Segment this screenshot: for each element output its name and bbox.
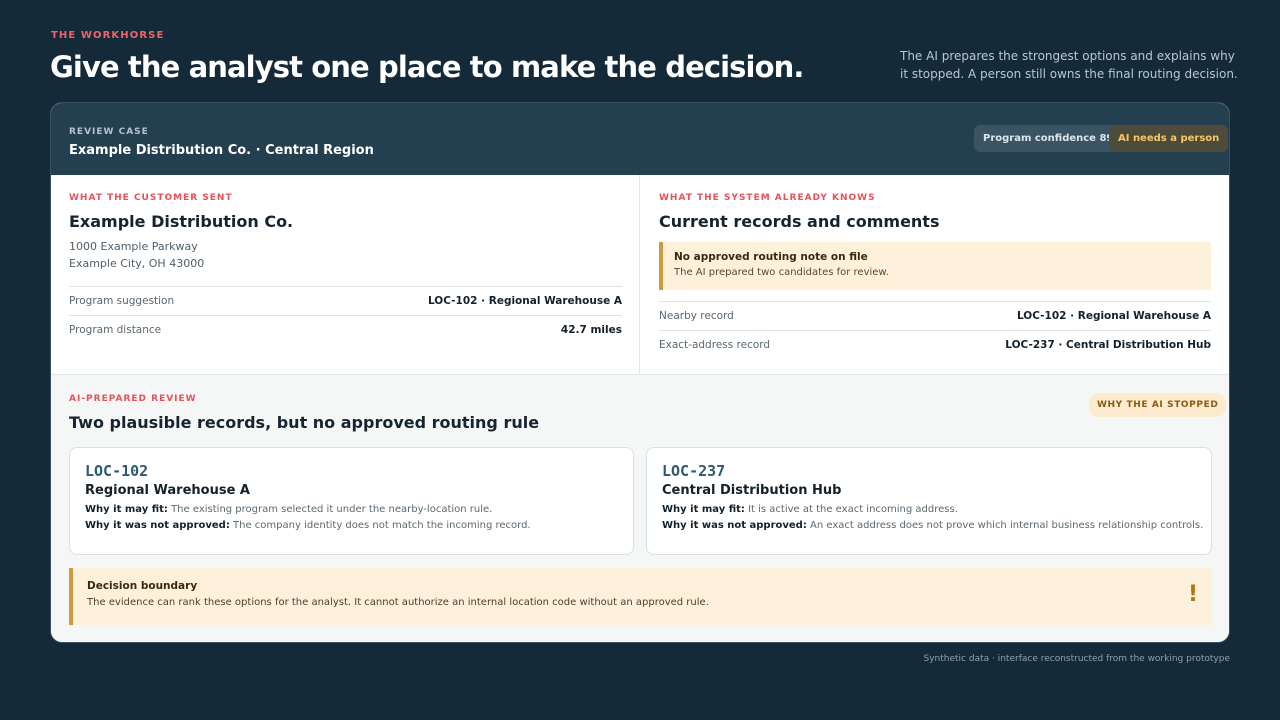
status-badge: AI needs a person [1109, 125, 1229, 152]
customer-panel: WHAT THE CUSTOMER SENT Example Distribut… [51, 175, 640, 374]
candidate-name: Central Distribution Hub [662, 483, 842, 498]
alert-title: No approved routing note on file [674, 251, 868, 263]
confidence-badge: Program confidence 89 [974, 125, 1123, 152]
card-header: REVIEW CASE Example Distribution Co. · C… [51, 103, 1229, 175]
fit-label: Why it may fit: [662, 504, 745, 515]
customer-name: Example Distribution Co. [69, 212, 294, 231]
row-key: Nearby record [659, 310, 734, 322]
nearby-record-row: Nearby record LOC-102 · Regional Warehou… [659, 301, 1211, 330]
fit-text: The existing program selected it under t… [171, 504, 493, 515]
row-value: LOC-102 · Regional Warehouse A [427, 295, 622, 307]
candidate-not-approved: Why it was not approved: The company ide… [85, 520, 618, 531]
not-label: Why it was not approved: [662, 520, 807, 531]
not-text: The company identity does not match the … [233, 520, 531, 531]
alert-text: The AI prepared two candidates for revie… [674, 267, 889, 278]
candidate-fit: Why it may fit: The existing program sel… [85, 504, 618, 515]
review-label: AI-PREPARED REVIEW [69, 394, 197, 404]
footer-note: Synthetic data · interface reconstructed… [923, 654, 1230, 664]
candidate-not-approved: Why it was not approved: An exact addres… [662, 520, 1203, 531]
decision-boundary: Decision boundary The evidence can rank … [69, 568, 1212, 625]
eyebrow: THE WORKHORSE [51, 30, 165, 41]
not-text: An exact address does not prove which in… [810, 520, 1204, 531]
address-line-2: Example City, OH 43000 [69, 257, 205, 270]
candidate-fit: Why it may fit: It is active at the exac… [662, 504, 1196, 515]
case-title: Example Distribution Co. · Central Regio… [69, 143, 374, 158]
ai-review-section: AI-PREPARED REVIEW Two plausible records… [51, 374, 1229, 642]
candidate-code: LOC-102 [85, 462, 149, 480]
boundary-text: The evidence can rank these options for … [87, 597, 709, 608]
boundary-title: Decision boundary [87, 580, 198, 592]
row-key: Program distance [69, 324, 162, 336]
address-line-1: 1000 Example Parkway [69, 240, 198, 253]
candidate-card[interactable]: LOC-102 Regional Warehouse A Why it may … [69, 447, 634, 555]
system-label: WHAT THE SYSTEM ALREADY KNOWS [659, 193, 876, 203]
system-title: Current records and comments [659, 212, 940, 231]
page-title: Give the analyst one place to make the d… [50, 50, 804, 84]
program-suggestion-row: Program suggestion LOC-102 · Regional Wa… [69, 286, 622, 315]
candidate-code: LOC-237 [662, 462, 726, 480]
row-key: Program suggestion [69, 295, 175, 307]
review-card: REVIEW CASE Example Distribution Co. · C… [50, 102, 1230, 643]
row-value: LOC-237 · Central Distribution Hub [1005, 339, 1211, 351]
customer-label: WHAT THE CUSTOMER SENT [69, 193, 233, 203]
case-label: REVIEW CASE [69, 127, 149, 137]
row-value: 42.7 miles [560, 324, 622, 336]
warning-icon: ! [1187, 582, 1198, 607]
program-distance-row: Program distance 42.7 miles [69, 315, 622, 344]
routing-note-alert: No approved routing note on file The AI … [659, 242, 1211, 290]
intro-text: The AI prepares the strongest options an… [900, 49, 1238, 81]
exact-address-record-row: Exact-address record LOC-237 · Central D… [659, 330, 1211, 359]
fit-text: It is active at the exact incoming addre… [748, 504, 958, 515]
why-ai-stopped-badge: WHY THE AI STOPPED [1089, 393, 1227, 417]
fit-label: Why it may fit: [85, 504, 168, 515]
system-panel: WHAT THE SYSTEM ALREADY KNOWS Current re… [640, 175, 1229, 374]
row-value: LOC-102 · Regional Warehouse A [1016, 310, 1211, 322]
row-key: Exact-address record [659, 339, 771, 351]
candidate-name: Regional Warehouse A [85, 483, 250, 498]
review-title: Two plausible records, but no approved r… [69, 413, 540, 432]
candidate-card[interactable]: LOC-237 Central Distribution Hub Why it … [646, 447, 1212, 555]
not-label: Why it was not approved: [85, 520, 230, 531]
